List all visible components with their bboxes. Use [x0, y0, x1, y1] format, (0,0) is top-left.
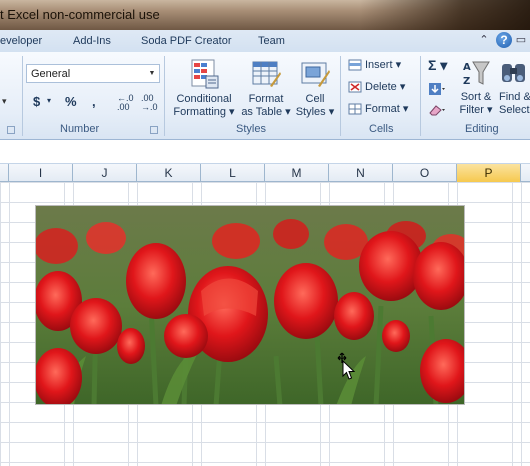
cell-styles-label: Cell	[305, 93, 325, 105]
column-header-n[interactable]: N	[329, 164, 393, 182]
minimize-ribbon-icon[interactable]: ⌃	[477, 33, 491, 47]
column-header-l[interactable]: L	[201, 164, 265, 182]
insert-button[interactable]: Insert ▾	[348, 58, 401, 71]
increase-decimal-button[interactable]: .00 →.0	[141, 94, 159, 112]
conditional-formatting-label: Conditional	[176, 93, 232, 105]
comma-button[interactable]: ,	[92, 94, 96, 109]
sort-filter-label-2: Filter ▾	[459, 104, 493, 116]
help-icon[interactable]: ?	[496, 32, 512, 48]
delete-cells-icon	[348, 81, 362, 93]
column-header-m[interactable]: M	[265, 164, 329, 182]
tab-team[interactable]: Team	[258, 35, 285, 47]
group-separator	[164, 56, 165, 136]
number-launcher-icon[interactable]	[150, 126, 158, 134]
number-format-value: General	[31, 68, 71, 80]
find-select-label: Find &	[499, 91, 530, 103]
group-separator	[22, 56, 23, 136]
percent-button[interactable]: %	[65, 94, 77, 109]
format-label: Format ▾	[365, 103, 409, 115]
conditional-formatting-label-2: Formatting ▾	[173, 106, 235, 118]
move-cursor-icon	[337, 352, 356, 380]
column-header-o[interactable]: O	[393, 164, 457, 182]
insert-cells-icon	[348, 59, 362, 71]
title-bar-shade	[360, 0, 530, 30]
number-format-select[interactable]: General ▼	[26, 64, 160, 83]
conditional-formatting-icon	[191, 59, 219, 89]
tab-soda-pdf-creator[interactable]: Soda PDF Creator	[141, 35, 231, 47]
sort-filter-label: Sort &	[460, 91, 492, 103]
ribbon: ▾ General ▼ $ ▾ % , ←.0 .00 .00 →.0 Numb…	[0, 52, 530, 140]
binoculars-icon	[502, 64, 525, 82]
eraser-icon	[429, 105, 445, 116]
column-header-partial[interactable]	[0, 164, 9, 182]
column-header-i[interactable]: I	[9, 164, 73, 182]
number-group-label: Number	[60, 123, 100, 135]
decrease-decimal-button[interactable]: ←.0 .00	[117, 94, 137, 112]
format-as-table-button[interactable]: Format as Table ▾	[240, 58, 292, 119]
tulip-picture[interactable]	[35, 205, 465, 405]
autosum-button[interactable]: Σ ▾	[428, 57, 447, 74]
cell-styles-button[interactable]: Cell Styles ▾	[294, 58, 336, 119]
alignment-launcher-icon[interactable]	[7, 126, 15, 134]
fill-down-icon	[429, 83, 445, 95]
currency-button[interactable]: $	[33, 94, 40, 109]
editing-group-label: Editing	[465, 123, 499, 135]
styles-group-label: Styles	[236, 123, 266, 135]
column-header-p[interactable]: P	[457, 164, 521, 182]
dropdown-arrow-icon[interactable]: ▾	[2, 96, 7, 107]
group-separator	[420, 56, 421, 136]
window-title: t Excel non-commercial use	[0, 7, 160, 22]
delete-button[interactable]: Delete ▾	[348, 80, 405, 93]
cell-styles-icon	[301, 62, 330, 87]
format-cells-icon	[348, 103, 362, 115]
format-as-table-icon	[252, 61, 281, 87]
format-as-table-label: Format	[248, 93, 284, 105]
format-as-table-label-2: as Table ▾	[241, 106, 291, 118]
title-bar: t Excel non-commercial use	[0, 0, 530, 30]
clear-button[interactable]	[428, 103, 446, 120]
cell-styles-label-2: Styles ▾	[295, 106, 335, 118]
insert-label: Insert ▾	[365, 59, 402, 71]
grid-line	[521, 182, 522, 466]
sort-filter-button[interactable]: A Z Sort & Filter ▾	[456, 58, 496, 117]
column-header-j[interactable]: J	[73, 164, 137, 182]
svg-text:Z: Z	[463, 76, 470, 87]
column-header-partial[interactable]	[521, 164, 530, 182]
formula-area	[0, 140, 530, 164]
find-select-label-2: Select ▾	[499, 104, 530, 116]
find-select-button[interactable]: Find & Select ▾	[499, 58, 530, 117]
sort-filter-icon: A Z	[463, 61, 490, 87]
grid-line	[9, 182, 10, 466]
ribbon-tabs: eveloper Add-Ins Soda PDF Creator Team ⌃…	[0, 30, 530, 52]
tulip-image	[36, 206, 464, 404]
chevron-down-icon[interactable]: ▾	[47, 96, 51, 105]
column-header-k[interactable]: K	[137, 164, 201, 182]
column-headers: I J K L M N O P	[0, 164, 530, 182]
tab-developer[interactable]: eveloper	[0, 35, 42, 47]
ribbon-options-icon[interactable]: ▭	[514, 33, 528, 47]
tab-add-ins[interactable]: Add-Ins	[73, 35, 111, 47]
delete-label: Delete ▾	[365, 81, 406, 93]
chevron-down-icon: ▼	[148, 70, 156, 77]
conditional-formatting-button[interactable]: Conditional Formatting ▾	[170, 58, 238, 119]
format-button[interactable]: Format ▾	[348, 102, 408, 115]
svg-text:A: A	[463, 62, 471, 73]
cells-group-label: Cells	[369, 123, 394, 135]
fill-button[interactable]	[428, 82, 446, 99]
group-separator	[340, 56, 341, 136]
